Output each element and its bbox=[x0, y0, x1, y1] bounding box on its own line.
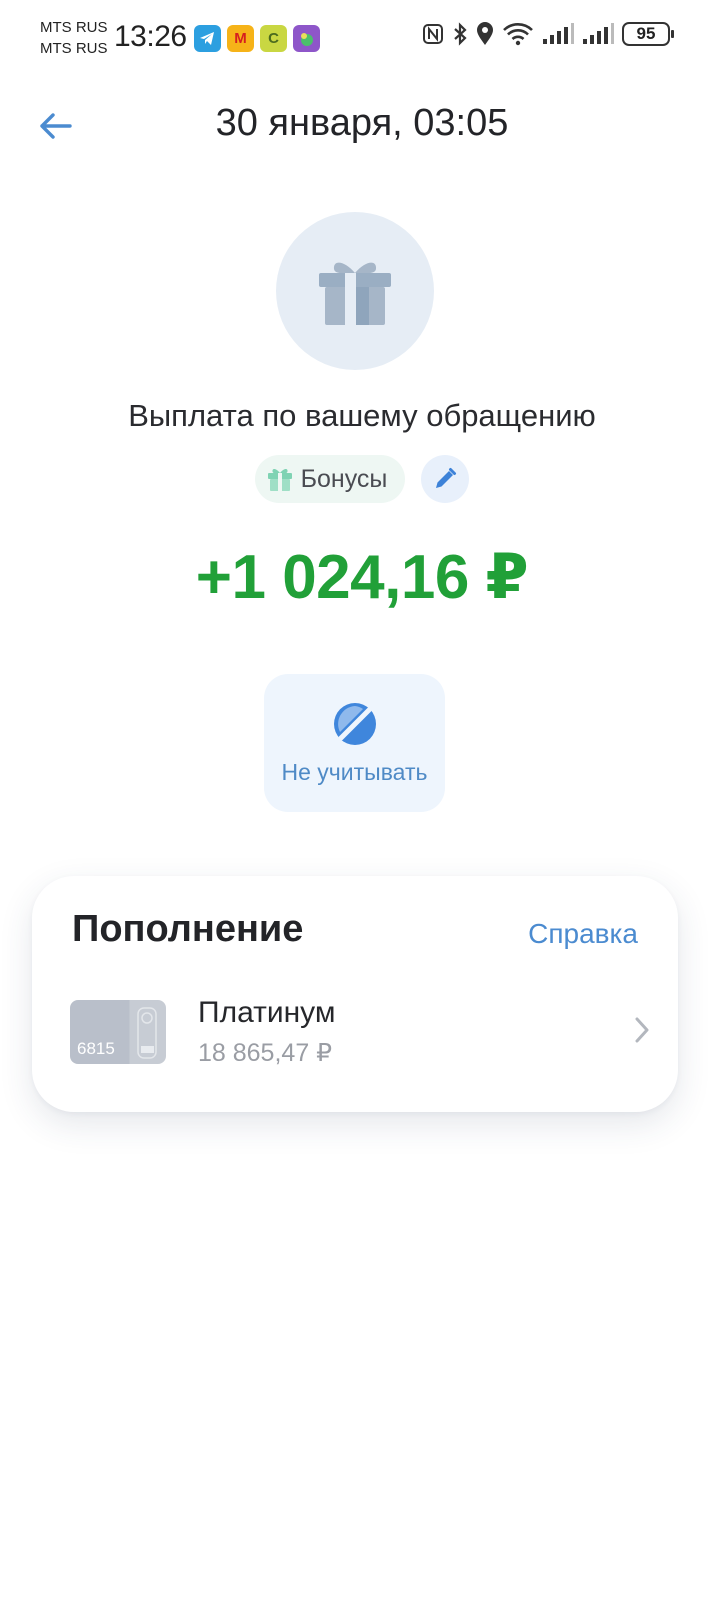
exclude-label: Не учитывать bbox=[281, 758, 428, 785]
category-label: Бонусы bbox=[300, 464, 388, 493]
exclude-from-stats-button[interactable]: Не учитывать bbox=[264, 674, 445, 812]
edit-category-button[interactable] bbox=[421, 455, 470, 503]
page-title: 30 января, 03:05 bbox=[215, 102, 509, 144]
c-app-icon: C bbox=[260, 25, 287, 52]
bluetooth-icon bbox=[452, 22, 468, 46]
card-last-digits: 6815 bbox=[77, 1039, 115, 1058]
carrier-info: MTS RUS MTS RUS bbox=[40, 17, 108, 59]
signal-icon bbox=[582, 23, 614, 45]
signal-icon bbox=[542, 23, 574, 45]
bank-card-thumbnail: 6815 bbox=[70, 1000, 166, 1064]
pencil-icon bbox=[436, 468, 457, 488]
status-time: 13:26 bbox=[114, 20, 187, 53]
account-balance: 18 865,47 ₽ bbox=[198, 1039, 333, 1067]
category-avatar bbox=[276, 212, 434, 370]
chevron-right-icon bbox=[635, 1017, 649, 1043]
transaction-description: Выплата по вашему обращению bbox=[128, 398, 596, 433]
gift-icon bbox=[319, 262, 391, 325]
account-name: Платинум bbox=[198, 996, 336, 1029]
notification-icons: M C bbox=[194, 25, 320, 52]
nfc-icon bbox=[422, 23, 444, 45]
transaction-amount: +1 024,16 ₽ bbox=[195, 543, 529, 612]
megamarket-icon: M bbox=[227, 25, 254, 52]
location-icon bbox=[476, 22, 494, 46]
category-chip[interactable]: Бонусы bbox=[254, 455, 406, 503]
carrier-1: MTS RUS bbox=[40, 19, 108, 36]
top-up-card: Пополнение Справка 6815 Платинум 18 865,… bbox=[32, 876, 678, 1112]
telegram-icon bbox=[194, 25, 221, 52]
help-link[interactable]: Справка bbox=[528, 918, 638, 950]
header: 30 января, 03:05 bbox=[0, 90, 724, 162]
system-icons: 95 bbox=[422, 22, 674, 46]
card-art-icon bbox=[137, 1007, 157, 1059]
eye-off-icon bbox=[333, 702, 376, 745]
carrier-2: MTS RUS bbox=[40, 40, 108, 57]
section-title: Пополнение bbox=[72, 908, 304, 950]
battery-indicator: 95 bbox=[622, 22, 674, 46]
gift-icon bbox=[267, 469, 292, 491]
status-bar: MTS RUS MTS RUS 13:26 M C 95 bbox=[0, 0, 724, 78]
account-row[interactable]: 6815 Платинум 18 865,47 ₽ bbox=[70, 996, 650, 1067]
category-chips: Бонусы bbox=[0, 455, 724, 503]
wifi-icon bbox=[502, 22, 534, 46]
game-app-icon bbox=[293, 25, 320, 52]
